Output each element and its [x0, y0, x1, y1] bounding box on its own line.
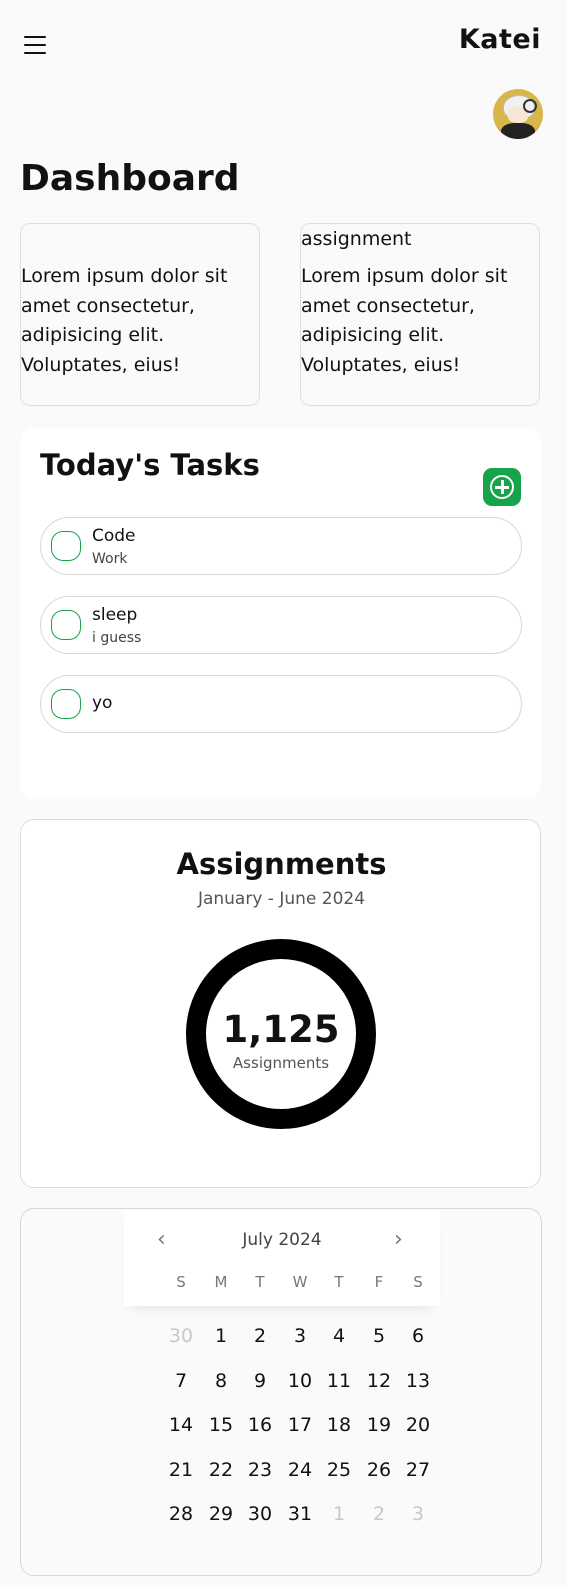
calendar-header: ‹ July 2024 › SMTWTFS [124, 1209, 440, 1306]
assignments-title: Assignments [176, 847, 387, 881]
calendar-day[interactable]: 19 [360, 1414, 398, 1436]
calendar-day[interactable]: 24 [281, 1459, 319, 1481]
tasks-panel: Today's Tasks Code Work sleep i guess yo [20, 428, 541, 799]
calendar-day[interactable]: 29 [202, 1503, 240, 1525]
task-name: sleep [92, 605, 138, 625]
calendar-day[interactable]: 16 [241, 1414, 279, 1436]
calendar: ‹ July 2024 › SMTWTFS 30 1 2 3 4 5 6 7 8 9 10 11 12 1… [20, 1208, 542, 1576]
task-name: Code [92, 526, 136, 546]
tasks-title: Today's Tasks [40, 448, 260, 482]
calendar-weekday: S [176, 1273, 186, 1291]
calendar-day[interactable]: 3 [399, 1503, 437, 1525]
avatar-body [501, 123, 535, 139]
menu-line [24, 44, 46, 46]
calendar-day[interactable]: 4 [320, 1325, 358, 1347]
plus-vertical [501, 480, 504, 494]
calendar-day[interactable]: 25 [320, 1459, 358, 1481]
assignments-panel: Assignments January - June 2024 1,125 As… [20, 819, 541, 1188]
top-bar: Katei [0, 0, 567, 90]
page-title: Dashboard [20, 158, 240, 199]
assignments-date-range: January - June 2024 [197, 889, 366, 909]
calendar-day[interactable]: 26 [360, 1459, 398, 1481]
calendar-day[interactable]: 2 [360, 1503, 398, 1525]
menu-line [24, 52, 46, 54]
brand-title: Katei [458, 24, 541, 55]
task-item[interactable]: sleep i guess [40, 596, 522, 654]
calendar-day[interactable]: 11 [320, 1370, 358, 1392]
calendar-day[interactable]: 5 [360, 1325, 398, 1347]
hamburger-menu-icon[interactable] [24, 36, 46, 54]
task-name: yo [92, 693, 113, 713]
calendar-weekday: S [413, 1273, 423, 1291]
calendar-day[interactable]: 30 [162, 1325, 200, 1347]
calendar-day[interactable]: 20 [399, 1414, 437, 1436]
calendar-day[interactable]: 22 [202, 1459, 240, 1481]
calendar-day[interactable]: 23 [241, 1459, 279, 1481]
assignments-total: 1,125 [222, 1008, 340, 1051]
task-checkbox[interactable] [51, 689, 81, 719]
calendar-day[interactable]: 3 [281, 1325, 319, 1347]
calendar-month: July 2024 [242, 1230, 322, 1250]
calendar-day[interactable]: 28 [162, 1503, 200, 1525]
add-task-button[interactable] [483, 468, 521, 506]
calendar-day[interactable]: 6 [399, 1325, 437, 1347]
user-avatar[interactable] [493, 89, 543, 139]
calendar-day[interactable]: 9 [241, 1370, 279, 1392]
info-card: assignment Lorem ipsum dolor sit amet co… [300, 223, 540, 406]
calendar-day[interactable]: 1 [202, 1325, 240, 1347]
calendar-day[interactable]: 27 [399, 1459, 437, 1481]
calendar-day[interactable]: 31 [281, 1503, 319, 1525]
info-card: Lorem ipsum dolor sit amet consectetur, … [20, 223, 260, 406]
task-item[interactable]: Code Work [40, 517, 522, 575]
chevron-right-icon[interactable]: › [394, 1227, 403, 1252]
calendar-day[interactable]: 17 [281, 1414, 319, 1436]
calendar-day[interactable]: 12 [360, 1370, 398, 1392]
calendar-weekday: T [334, 1273, 344, 1291]
calendar-day[interactable]: 30 [241, 1503, 279, 1525]
task-subtitle: i guess [92, 630, 142, 646]
calendar-weekday: F [374, 1273, 384, 1291]
calendar-day[interactable]: 21 [162, 1459, 200, 1481]
calendar-weekday: T [255, 1273, 265, 1291]
calendar-day[interactable]: 13 [399, 1370, 437, 1392]
avatar-lens [523, 99, 537, 113]
calendar-day[interactable]: 18 [320, 1414, 358, 1436]
assignments-total-label: Assignments [232, 1054, 330, 1072]
calendar-day[interactable]: 15 [202, 1414, 240, 1436]
menu-line [24, 36, 46, 38]
task-item[interactable]: yo [40, 675, 522, 733]
calendar-weekday: M [214, 1273, 228, 1291]
task-checkbox[interactable] [51, 531, 81, 561]
calendar-day[interactable]: 8 [202, 1370, 240, 1392]
calendar-day[interactable]: 1 [320, 1503, 358, 1525]
task-subtitle: Work [92, 551, 128, 567]
info-card-body: Lorem ipsum dolor sit amet consectetur, … [301, 265, 508, 376]
calendar-day[interactable]: 2 [241, 1325, 279, 1347]
task-checkbox[interactable] [51, 610, 81, 640]
calendar-day[interactable]: 7 [162, 1370, 200, 1392]
info-card-body: Lorem ipsum dolor sit amet consectetur, … [21, 265, 228, 376]
calendar-day[interactable]: 14 [162, 1414, 200, 1436]
info-card-title: assignment [301, 228, 412, 250]
calendar-day[interactable]: 10 [281, 1370, 319, 1392]
calendar-weekday: W [292, 1273, 308, 1291]
